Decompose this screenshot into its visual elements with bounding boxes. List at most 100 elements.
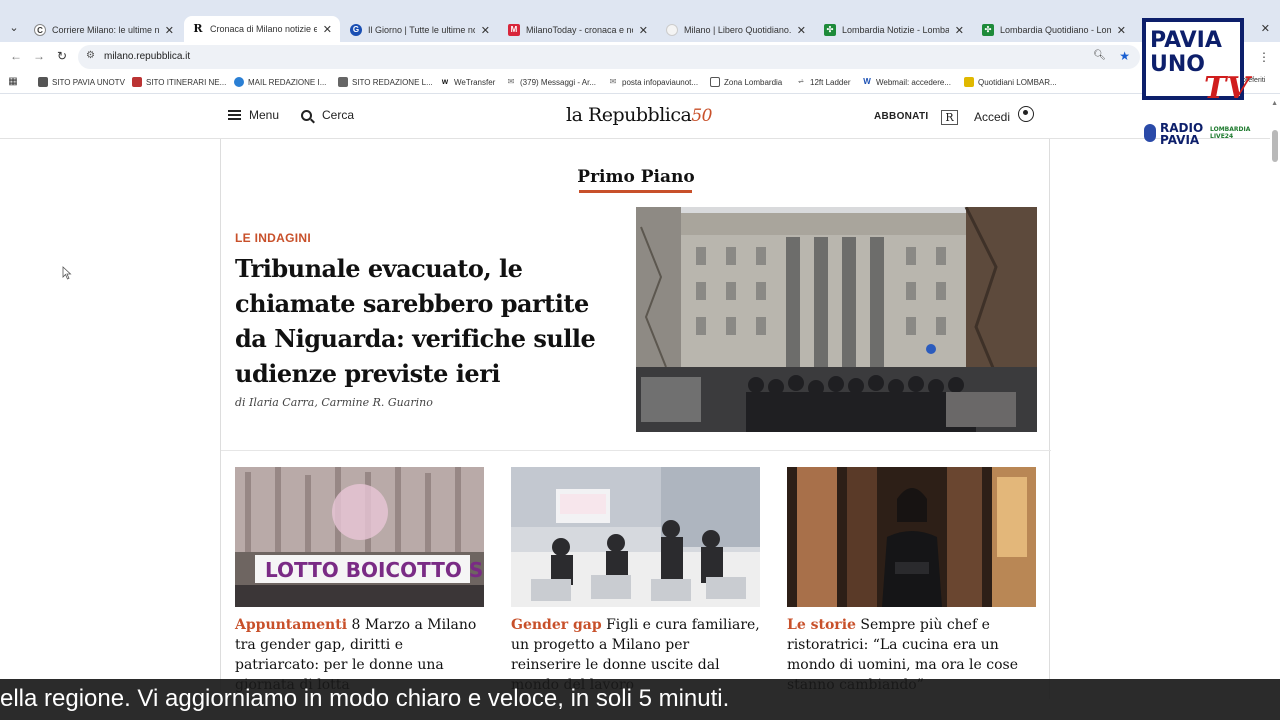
page-scrollbar[interactable]	[1270, 96, 1280, 680]
bookmark-label: Webmail: accedere...	[876, 77, 951, 87]
close-icon[interactable]: ✕	[165, 24, 174, 37]
ilgiorno-icon: G	[350, 24, 362, 36]
bookmark-label: posta infopaviaunot...	[622, 77, 699, 87]
card-image[interactable]	[787, 467, 1036, 607]
repubblica-icon: R	[192, 22, 204, 35]
card-category[interactable]: Gender gap	[511, 617, 602, 633]
screen: ⌄ C Corriere Milano: le ultime news ✕ R …	[0, 0, 1280, 720]
bookmark-label: (379) Messaggi - Ar...	[520, 77, 597, 87]
main-content: Primo Piano LE INDAGINI Tribunale evacua…	[220, 139, 1051, 699]
user-icon[interactable]	[1018, 106, 1034, 122]
bookmark-label: Zona Lombardia	[724, 77, 783, 87]
lead-headline[interactable]: Tribunale evacuato, le chiamate sarebber…	[235, 251, 615, 391]
mail-icon: ✉	[507, 77, 515, 86]
login-link[interactable]: Accedi	[974, 110, 1010, 124]
video-subtitle: ella regione. Vi aggiorniamo in modo chi…	[0, 679, 1280, 720]
tab-title: Lombardia Quotidiano - Lomb	[1000, 25, 1111, 35]
close-icon[interactable]: ✕	[481, 24, 490, 37]
close-icon[interactable]: ✕	[1117, 24, 1126, 37]
search-icon	[301, 109, 312, 121]
bookmarks-bar: ▦ SITO PAVIA UNOTV SITO ITINERARI NE... …	[0, 72, 1280, 94]
tab-title: Il Giorno | Tutte le ultime notizi	[368, 25, 475, 35]
repubblica-r-icon[interactable]: R	[941, 110, 958, 125]
browser-toolbar: ← → ↻ ⚙ milano.repubblica.it 🔍︎ ★ ⋮	[0, 42, 1280, 72]
bookmark-item[interactable]: Zona Lombardia	[710, 77, 782, 87]
url-text: milano.repubblica.it	[104, 51, 191, 62]
close-icon[interactable]: ✕	[797, 24, 806, 37]
subscribe-link[interactable]: ABBONATI	[874, 111, 928, 122]
tab-title: Corriere Milano: le ultime news	[52, 25, 159, 35]
bookmark-item[interactable]: Quotidiani LOMBAR...	[964, 77, 1057, 87]
browser-tab[interactable]: G Il Giorno | Tutte le ultime notizi ✕	[342, 18, 498, 42]
browser-tab[interactable]: C Corriere Milano: le ultime news ✕	[26, 18, 182, 42]
tab-title: MilanoToday - cronaca e notizie	[526, 25, 633, 35]
card-category[interactable]: Appuntamenti	[235, 617, 347, 633]
milanotoday-icon: M	[508, 24, 520, 36]
browser-tab-active[interactable]: R Cronaca di Milano notizie e agg ✕	[184, 16, 340, 42]
bookmark-item[interactable]: W Webmail: accedere...	[862, 77, 951, 87]
reload-icon[interactable]: ↻	[57, 49, 67, 63]
paviaunotv-watermark: PAVIA UNO TV RADIO PAVIA LOMBARDIA LIVE2…	[1142, 18, 1250, 150]
close-window-icon[interactable]: ✕	[1261, 22, 1270, 35]
close-icon[interactable]: ✕	[323, 23, 332, 36]
browser-tab[interactable]: Milano | Libero Quotidiano.it ✕	[658, 18, 814, 42]
tab-title: Lombardia Notizie - Lombardia	[842, 25, 949, 35]
bookmark-item[interactable]: ✉ (379) Messaggi - Ar...	[506, 77, 596, 87]
watermark-line1: PAVIA	[1150, 28, 1222, 53]
apps-grid-icon[interactable]: ▦	[8, 77, 22, 87]
bookmark-item[interactable]: MAIL REDAZIONE I...	[234, 77, 326, 87]
tab-title: Milano | Libero Quotidiano.it	[684, 25, 791, 35]
bookmark-item[interactable]: SITO ITINERARI NE...	[132, 77, 226, 87]
section-title-underline	[579, 190, 692, 193]
search-button[interactable]: Cerca	[301, 108, 354, 122]
libero-icon	[666, 24, 678, 36]
bookmark-item[interactable]: ✉ posta infopaviaunot...	[608, 77, 698, 87]
close-icon[interactable]: ✕	[639, 24, 648, 37]
zoom-icon[interactable]: 🔍︎	[1093, 50, 1106, 61]
site-logo[interactable]: la Repubblica50	[566, 104, 712, 126]
browser-menu-icon[interactable]: ⋮	[1258, 50, 1270, 64]
bookmark-item[interactable]: w WeTransfer	[440, 77, 495, 87]
bookmark-item[interactable]: SITO REDAZIONE L...	[338, 77, 433, 87]
card-image[interactable]: LOTTO BOICOTTO SCIOPERO	[235, 467, 484, 607]
bookmark-page-icon	[38, 77, 48, 87]
logo-text: la Repubblica	[566, 104, 692, 126]
card-image[interactable]	[511, 467, 760, 607]
section-title[interactable]: Primo Piano	[221, 167, 1051, 187]
watermark-line2: UNO	[1150, 52, 1205, 77]
bookmark-page-icon	[338, 77, 348, 87]
scroll-up-icon[interactable]: ▲	[1271, 100, 1278, 107]
close-icon[interactable]: ✕	[955, 24, 964, 37]
site-info-icon[interactable]: ⚙	[86, 50, 95, 61]
forward-arrow-icon[interactable]: →	[33, 49, 45, 63]
radio-label-2: PAVIA	[1160, 133, 1200, 147]
bookmark-label: WeTransfer	[454, 77, 496, 87]
browser-tab[interactable]: ✣ Lombardia Quotidiano - Lomb ✕	[974, 18, 1134, 42]
bookmark-item[interactable]: ⩫ 12ft Ladder	[796, 77, 851, 87]
scrollbar-thumb[interactable]	[1272, 130, 1278, 162]
webmail-icon: W	[863, 77, 871, 86]
browser-tabstrip: ⌄ C Corriere Milano: le ultime news ✕ R …	[0, 0, 1280, 42]
logo-anniversary-badge: 50	[691, 106, 712, 126]
bookmark-page-icon	[132, 77, 142, 87]
lead-kicker[interactable]: LE INDAGINI	[235, 231, 311, 245]
card-category[interactable]: Le storie	[787, 617, 856, 633]
section-divider	[221, 450, 1051, 451]
folder-icon	[710, 77, 720, 87]
site-header: Menu Cerca la Repubblica50 ABBONATI R Ac…	[0, 96, 1280, 139]
watermark-tv: TV	[1204, 71, 1250, 106]
browser-tab[interactable]: M MilanoToday - cronaca e notizie ✕	[500, 18, 656, 42]
bookmark-label: Quotidiani LOMBAR...	[978, 77, 1057, 87]
browser-tab[interactable]: ✣ Lombardia Notizie - Lombardia ✕	[816, 18, 972, 42]
address-bar[interactable]: ⚙ milano.repubblica.it 🔍︎ ★	[78, 45, 1140, 69]
mouse-cursor-icon	[62, 266, 72, 280]
tab-title: Cronaca di Milano notizie e agg	[210, 24, 317, 34]
bookmark-item[interactable]: SITO PAVIA UNOTV	[38, 77, 125, 87]
lead-image[interactable]	[636, 207, 1037, 432]
bookmark-label: 12ft Ladder	[810, 77, 851, 87]
menu-button[interactable]: Menu	[228, 108, 279, 122]
bookmark-star-icon[interactable]: ★	[1119, 49, 1130, 63]
back-arrow-icon[interactable]: ←	[10, 49, 22, 63]
tab-search-icon[interactable]: ⌄	[6, 20, 22, 36]
bookmark-label: SITO REDAZIONE L...	[352, 77, 433, 87]
